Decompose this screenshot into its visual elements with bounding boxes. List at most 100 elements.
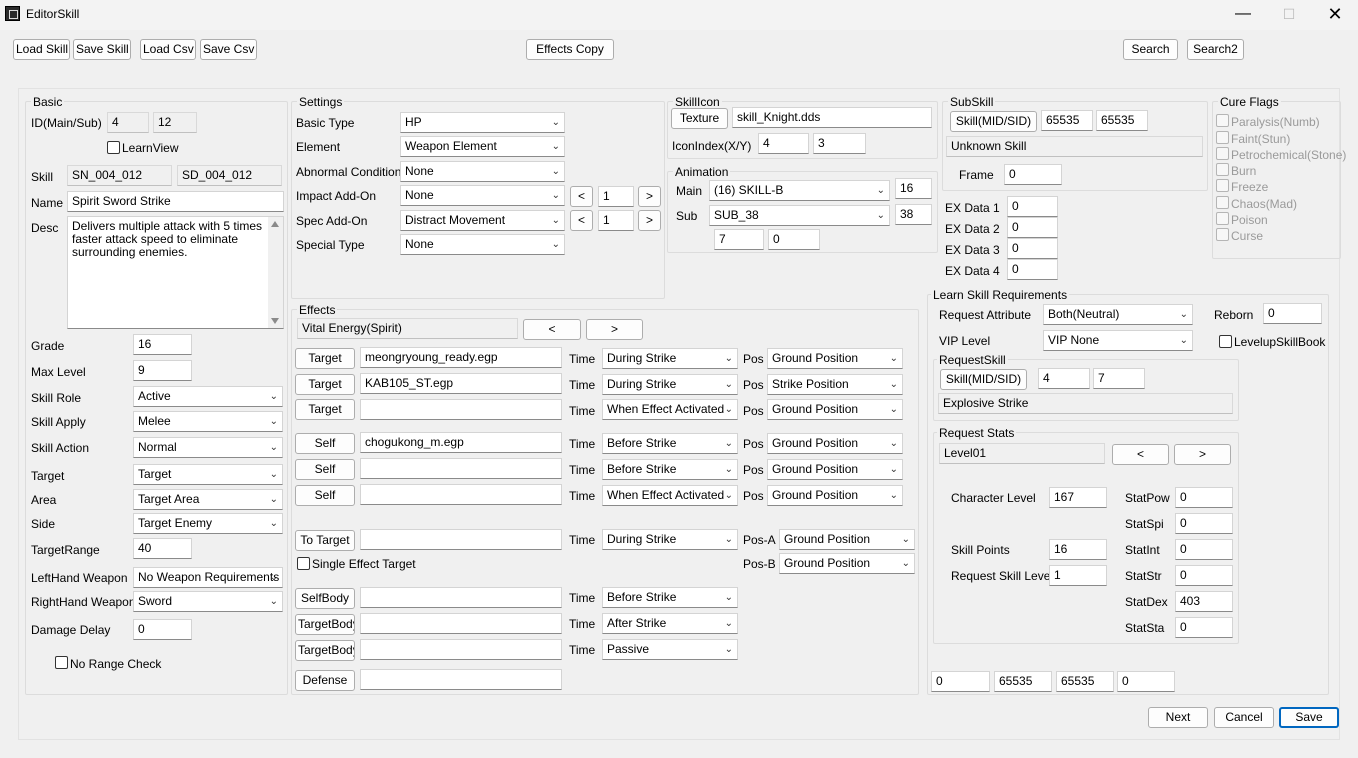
effect-time-select[interactable]: When Effect Activated ⌄ bbox=[602, 399, 738, 420]
stat-input[interactable]: 0 bbox=[1175, 565, 1233, 586]
reborn-input[interactable]: 0 bbox=[1263, 303, 1322, 324]
save-button[interactable]: Save bbox=[1279, 707, 1339, 728]
skill-sn-input[interactable]: SN_004_012 bbox=[67, 165, 172, 186]
effect-pos-select[interactable]: Ground Position ⌄ bbox=[767, 485, 903, 506]
next-button[interactable]: Next bbox=[1148, 707, 1208, 728]
targetbody-button[interactable]: TargetBody bbox=[295, 614, 355, 635]
range-input[interactable]: 40 bbox=[133, 538, 192, 559]
effects-copy-button[interactable]: Effects Copy bbox=[526, 39, 614, 60]
id-main-input[interactable]: 4 bbox=[107, 112, 149, 133]
posb-select[interactable]: Ground Position ⌄ bbox=[779, 553, 915, 574]
body-file-input[interactable] bbox=[360, 613, 562, 634]
anim-main-select[interactable]: (16) SKILL-B ⌄ bbox=[709, 180, 890, 201]
role-select[interactable]: Active ⌄ bbox=[133, 386, 283, 407]
load-skill-button[interactable]: Load Skill bbox=[13, 39, 70, 60]
effect-time-select[interactable]: During Strike ⌄ bbox=[602, 374, 738, 395]
cureflag-checkbox[interactable] bbox=[1216, 212, 1229, 225]
learnview-checkbox[interactable] bbox=[107, 141, 120, 154]
effect-file-input[interactable]: meongryoung_ready.egp bbox=[360, 347, 562, 368]
effect-time-select[interactable]: Before Strike ⌄ bbox=[602, 433, 738, 454]
effects-next-button[interactable]: > bbox=[586, 319, 643, 340]
area-select[interactable]: Target Area ⌄ bbox=[133, 489, 283, 510]
exdata1-input[interactable]: 0 bbox=[1007, 196, 1058, 217]
frame-input[interactable]: 0 bbox=[1004, 164, 1062, 185]
reqskilllevel-input[interactable]: 1 bbox=[1049, 565, 1107, 586]
spec-prev-button[interactable]: < bbox=[570, 210, 593, 231]
side-select[interactable]: Target Enemy ⌄ bbox=[133, 513, 283, 534]
body-time-select[interactable]: Before Strike ⌄ bbox=[602, 587, 738, 608]
to-target-button[interactable]: To Target bbox=[295, 530, 355, 551]
anim-sub-select[interactable]: SUB_38 ⌄ bbox=[709, 205, 890, 226]
learn-bottom-input[interactable]: 65535 bbox=[1056, 671, 1114, 692]
basic-type-select[interactable]: HP ⌄ bbox=[400, 112, 565, 133]
scroll-down-icon[interactable] bbox=[271, 318, 279, 324]
target-select[interactable]: Target ⌄ bbox=[133, 464, 283, 485]
effect-file-input[interactable] bbox=[360, 458, 562, 479]
effect-time-select[interactable]: During Strike ⌄ bbox=[602, 348, 738, 369]
effect-pos-select[interactable]: Ground Position ⌄ bbox=[767, 348, 903, 369]
id-sub-input[interactable]: 12 bbox=[153, 112, 197, 133]
spec-select[interactable]: Distract Movement ⌄ bbox=[400, 210, 565, 231]
skill-sd-input[interactable]: SD_004_012 bbox=[177, 165, 282, 186]
anim-extra2-input[interactable]: 0 bbox=[768, 229, 820, 250]
level-next-button[interactable]: > bbox=[1174, 444, 1231, 465]
cureflag-checkbox[interactable] bbox=[1216, 163, 1229, 176]
anim-extra1-input[interactable]: 7 bbox=[714, 229, 764, 250]
learn-bottom-input[interactable]: 0 bbox=[931, 671, 990, 692]
reqskill-button[interactable]: Skill(MID/SID) bbox=[940, 369, 1027, 390]
levelup-checkbox[interactable] bbox=[1219, 335, 1232, 348]
name-input[interactable]: Spirit Sword Strike bbox=[67, 191, 284, 212]
action-select[interactable]: Normal ⌄ bbox=[133, 437, 283, 458]
minimize-icon[interactable]: — bbox=[1220, 0, 1266, 30]
effect-target-button[interactable]: Target bbox=[295, 374, 355, 395]
save-csv-button[interactable]: Save Csv bbox=[200, 39, 257, 60]
exdata3-input[interactable]: 0 bbox=[1007, 238, 1058, 259]
attr-select[interactable]: Both(Neutral) ⌄ bbox=[1043, 304, 1193, 325]
desc-textarea[interactable]: Delivers multiple attack with 5 times fa… bbox=[67, 216, 284, 329]
body-time-select[interactable]: After Strike ⌄ bbox=[602, 613, 738, 634]
effect-file-input[interactable]: KAB105_ST.egp bbox=[360, 373, 562, 394]
single-effect-checkbox[interactable] bbox=[297, 557, 310, 570]
exdata2-input[interactable]: 0 bbox=[1007, 217, 1058, 238]
spec-next-button[interactable]: > bbox=[638, 210, 661, 231]
to-target-time-select[interactable]: During Strike ⌄ bbox=[602, 529, 738, 550]
impact-next-button[interactable]: > bbox=[638, 186, 661, 207]
effect-pos-select[interactable]: Ground Position ⌄ bbox=[767, 399, 903, 420]
charlevel-input[interactable]: 167 bbox=[1049, 487, 1107, 508]
defense-file-input[interactable] bbox=[360, 669, 562, 690]
exdata4-input[interactable]: 0 bbox=[1007, 259, 1058, 280]
body-file-input[interactable] bbox=[360, 639, 562, 660]
maximize-icon[interactable]: ☐ bbox=[1266, 0, 1312, 30]
learn-bottom-input[interactable]: 0 bbox=[1117, 671, 1175, 692]
skillpoints-input[interactable]: 16 bbox=[1049, 539, 1107, 560]
desc-scrollbar[interactable] bbox=[268, 217, 283, 328]
effect-self-button[interactable]: Self bbox=[295, 433, 355, 454]
subskill-mid-input[interactable]: 65535 bbox=[1041, 110, 1093, 131]
effect-time-select[interactable]: Before Strike ⌄ bbox=[602, 459, 738, 480]
texture-button[interactable]: Texture bbox=[671, 108, 728, 129]
search-button[interactable]: Search bbox=[1123, 39, 1178, 60]
norange-checkbox[interactable] bbox=[55, 656, 68, 669]
to-target-file-input[interactable] bbox=[360, 529, 562, 550]
cureflag-checkbox[interactable] bbox=[1216, 131, 1229, 144]
subskill-sid-input[interactable]: 65535 bbox=[1096, 110, 1148, 131]
posa-select[interactable]: Ground Position ⌄ bbox=[779, 529, 915, 550]
stat-input[interactable]: 0 bbox=[1175, 539, 1233, 560]
icon-y-input[interactable]: 3 bbox=[813, 133, 866, 154]
effect-time-select[interactable]: When Effect Activated ⌄ bbox=[602, 485, 738, 506]
req-mid-input[interactable]: 4 bbox=[1038, 368, 1090, 389]
effect-file-input[interactable] bbox=[360, 399, 562, 420]
effects-prev-button[interactable]: < bbox=[523, 319, 581, 340]
impact-prev-button[interactable]: < bbox=[570, 186, 593, 207]
delay-input[interactable]: 0 bbox=[133, 619, 192, 640]
lefthand-select[interactable]: No Weapon Requirements ⌄ bbox=[133, 567, 283, 588]
cureflag-checkbox[interactable] bbox=[1216, 196, 1229, 209]
effect-self-button[interactable]: Self bbox=[295, 485, 355, 506]
cureflag-checkbox[interactable] bbox=[1216, 147, 1229, 160]
body-file-input[interactable] bbox=[360, 587, 562, 608]
level-prev-button[interactable]: < bbox=[1112, 444, 1169, 465]
maxlevel-input[interactable]: 9 bbox=[133, 360, 192, 381]
icon-x-input[interactable]: 4 bbox=[758, 133, 809, 154]
load-csv-button[interactable]: Load Csv bbox=[140, 39, 196, 60]
save-skill-button[interactable]: Save Skill bbox=[73, 39, 131, 60]
